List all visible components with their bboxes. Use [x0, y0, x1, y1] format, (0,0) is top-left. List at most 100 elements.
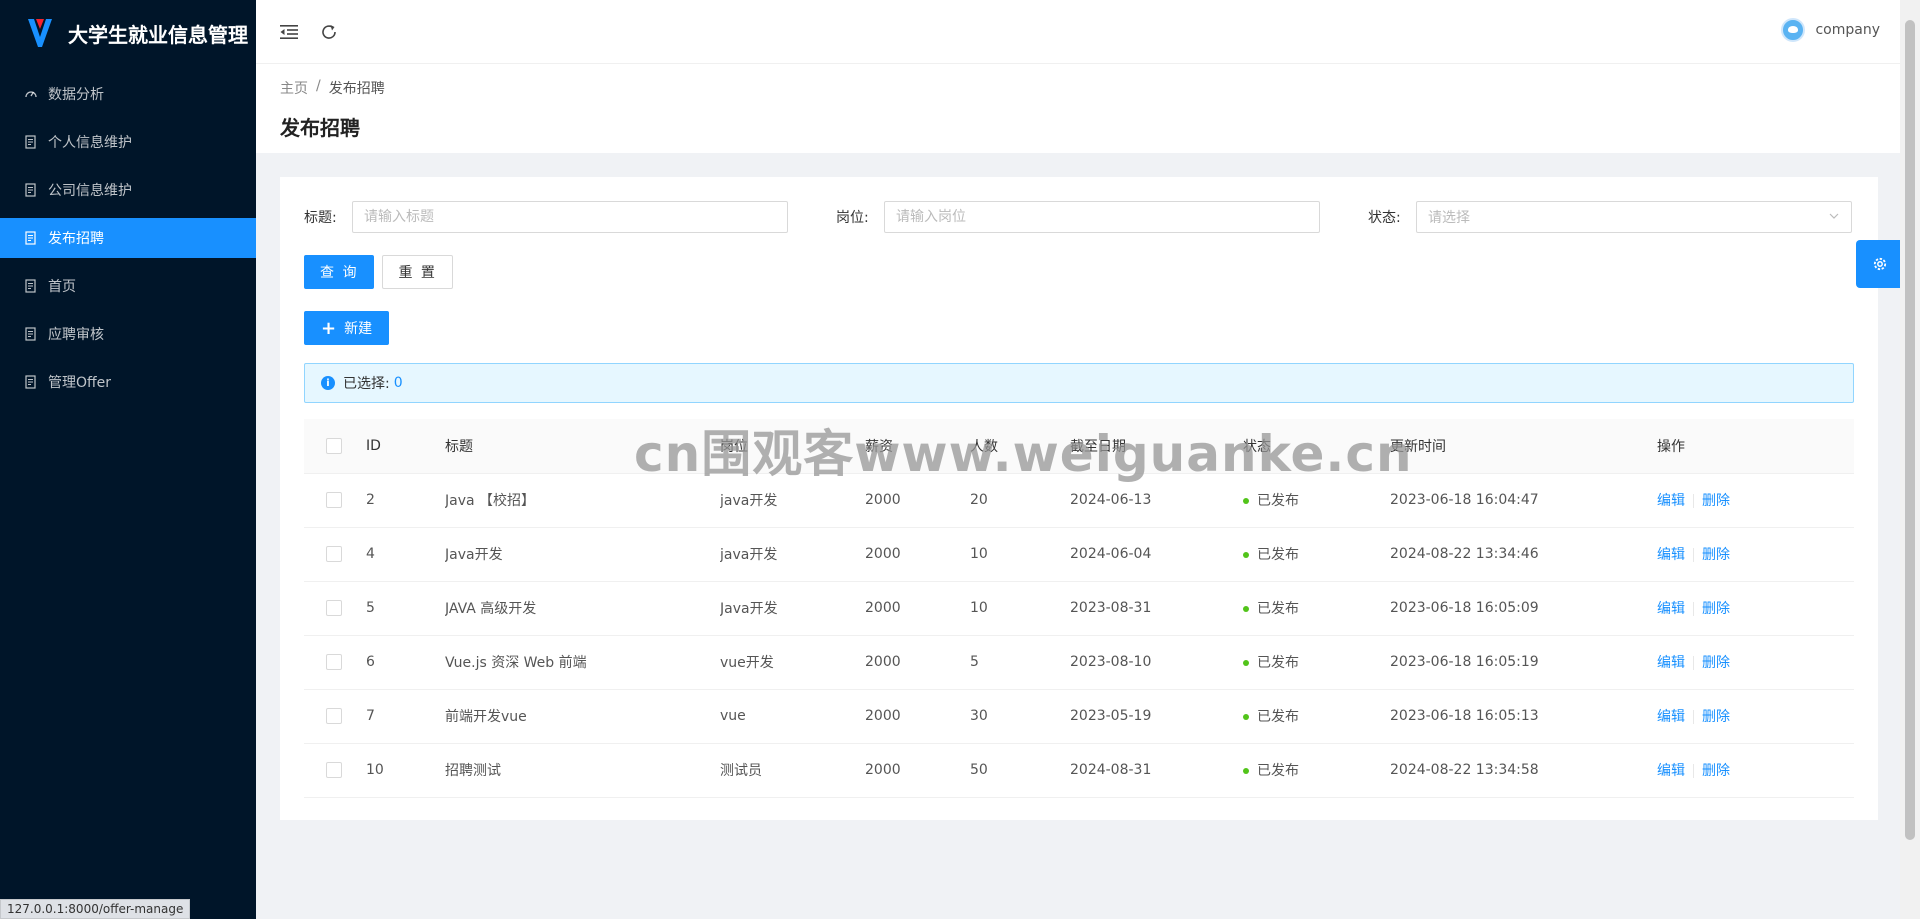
table-row: 7 前端开发vue vue 2000 30 2023-05-19 已发布 2023-06-18…	[304, 689, 1854, 744]
cell-updated: 2024-08-22 13:34:46	[1390, 527, 1657, 582]
status-text: 已发布	[1257, 547, 1299, 563]
status-dot	[1243, 498, 1249, 504]
cell-actions: 编辑 删除	[1657, 473, 1854, 528]
cell-id: 6	[366, 635, 445, 690]
cell-position: vue	[720, 689, 865, 744]
edit-link[interactable]: 编辑	[1657, 655, 1685, 671]
delete-link[interactable]: 删除	[1702, 547, 1730, 563]
sidebar-item-label: 数据分析	[48, 87, 104, 103]
cell-deadline: 2023-08-31	[1070, 581, 1243, 636]
cell-position: vue开发	[720, 635, 865, 690]
menu-fold-icon[interactable]	[278, 21, 300, 43]
cell-actions: 编辑 删除	[1657, 581, 1854, 636]
status-text: 已发布	[1257, 763, 1299, 779]
cell-salary: 2000	[865, 473, 970, 528]
select-all-checkbox[interactable]	[326, 437, 342, 454]
cell-position: java开发	[720, 527, 865, 582]
row-checkbox[interactable]	[326, 708, 342, 724]
status-filter: 状态: 请选择	[1368, 201, 1852, 233]
user-menu[interactable]: company	[1781, 18, 1880, 42]
username: company	[1815, 22, 1880, 38]
sidebar: 大学生就业信息管理 数据分析个人信息维护 公司信息维护 发布招聘首页应聘审核管理Of…	[0, 0, 256, 919]
avatar	[1781, 18, 1806, 42]
chevron-down-icon	[1829, 213, 1839, 219]
recruitment-table: ID 标题 岗位 薪资 人数 截至日期 状态 更新时间 操作 2 Java 【校招…	[304, 419, 1854, 798]
cell-updated: 2023-06-18 16:05:09	[1390, 581, 1657, 636]
plus-icon: +	[321, 317, 337, 339]
cell-salary: 2000	[865, 635, 970, 690]
row-select-cell	[304, 527, 366, 582]
selection-label: 已选择:	[343, 376, 390, 392]
col-status: 状态	[1243, 419, 1390, 474]
edit-link[interactable]: 编辑	[1657, 763, 1685, 779]
sidebar-item-0[interactable]: 数据分析	[0, 74, 256, 114]
edit-link[interactable]: 编辑	[1657, 547, 1685, 563]
app-title: 大学生就业信息管理	[68, 22, 248, 47]
reload-icon[interactable]	[318, 21, 340, 43]
row-checkbox[interactable]	[326, 600, 342, 616]
sidebar-item-1[interactable]: 个人信息维护	[0, 122, 256, 162]
cell-status: 已发布	[1243, 581, 1390, 636]
status-select[interactable]: 请选择	[1416, 201, 1852, 233]
cell-status: 已发布	[1243, 635, 1390, 690]
sidebar-item-5[interactable]: 应聘审核	[0, 314, 256, 354]
cell-count: 10	[970, 527, 1070, 582]
scrollbar-thumb[interactable]	[1905, 20, 1915, 840]
cell-id: 2	[366, 473, 445, 528]
row-select-cell	[304, 743, 366, 798]
col-updated: 更新时间	[1390, 419, 1657, 474]
row-checkbox[interactable]	[326, 654, 342, 670]
cell-id: 10	[366, 743, 445, 798]
action-divider	[1693, 494, 1694, 508]
sidebar-item-6[interactable]: 管理Offer	[0, 362, 256, 402]
cell-count: 5	[970, 635, 1070, 690]
title-input[interactable]	[352, 201, 788, 233]
position-input[interactable]	[884, 201, 1320, 233]
cell-actions: 编辑 删除	[1657, 743, 1854, 798]
edit-link[interactable]: 编辑	[1657, 601, 1685, 617]
table-body: 2 Java 【校招】 java开发 2000 20 2024-06-13 已发布 2023-…	[304, 473, 1854, 798]
sidebar-item-4[interactable]: 首页	[0, 266, 256, 306]
cell-id: 4	[366, 527, 445, 582]
delete-link[interactable]: 删除	[1702, 493, 1730, 509]
file-icon	[24, 231, 38, 245]
delete-link[interactable]: 删除	[1702, 763, 1730, 779]
delete-link[interactable]: 删除	[1702, 655, 1730, 671]
selection-count: 0	[393, 375, 403, 391]
selection-alert: i 已选择: 0	[304, 363, 1854, 403]
status-dot	[1243, 552, 1249, 558]
file-icon	[24, 279, 38, 293]
content-card: 标题: 岗位: 状态: 请选择 查 询 重 置 + 新建 i 已选择: 0	[280, 177, 1878, 820]
action-divider	[1693, 602, 1694, 616]
cell-updated: 2023-06-18 16:04:47	[1390, 473, 1657, 528]
row-checkbox[interactable]	[326, 762, 342, 778]
page-scrollbar[interactable]	[1900, 0, 1920, 919]
cell-updated: 2023-06-18 16:05:13	[1390, 689, 1657, 744]
query-button[interactable]: 查 询	[304, 255, 375, 289]
cell-title: Vue.js 资深 Web 前端	[445, 635, 720, 690]
status-dot	[1243, 714, 1249, 720]
page-header: 主页 / 发布招聘 发布招聘	[256, 64, 1900, 153]
cell-title: JAVA 高级开发	[445, 581, 720, 636]
delete-link[interactable]: 删除	[1702, 601, 1730, 617]
edit-link[interactable]: 编辑	[1657, 709, 1685, 725]
edit-link[interactable]: 编辑	[1657, 493, 1685, 509]
sidebar-item-3[interactable]: 发布招聘	[0, 218, 256, 258]
delete-link[interactable]: 删除	[1702, 709, 1730, 725]
file-icon	[24, 135, 38, 149]
sidebar-item-2[interactable]: 公司信息维护	[0, 170, 256, 210]
new-button[interactable]: + 新建	[304, 311, 390, 345]
table-row: 10 招聘测试 测试员 2000 50 2024-08-31 已发布 2024-08-22 1…	[304, 743, 1854, 798]
reset-button[interactable]: 重 置	[382, 255, 453, 289]
settings-button[interactable]	[1856, 240, 1904, 288]
row-checkbox[interactable]	[326, 492, 342, 508]
toolbar: + 新建	[304, 311, 1854, 345]
col-position: 岗位	[720, 419, 865, 474]
row-checkbox[interactable]	[326, 546, 342, 562]
filter-actions: 查 询 重 置	[304, 255, 1854, 289]
table-row: 5 JAVA 高级开发 Java开发 2000 10 2023-08-31 已发布 2023-…	[304, 581, 1854, 636]
cell-actions: 编辑 删除	[1657, 689, 1854, 744]
cell-salary: 2000	[865, 689, 970, 744]
logo[interactable]: 大学生就业信息管理	[0, 0, 256, 66]
breadcrumb-home[interactable]: 主页	[280, 78, 308, 98]
